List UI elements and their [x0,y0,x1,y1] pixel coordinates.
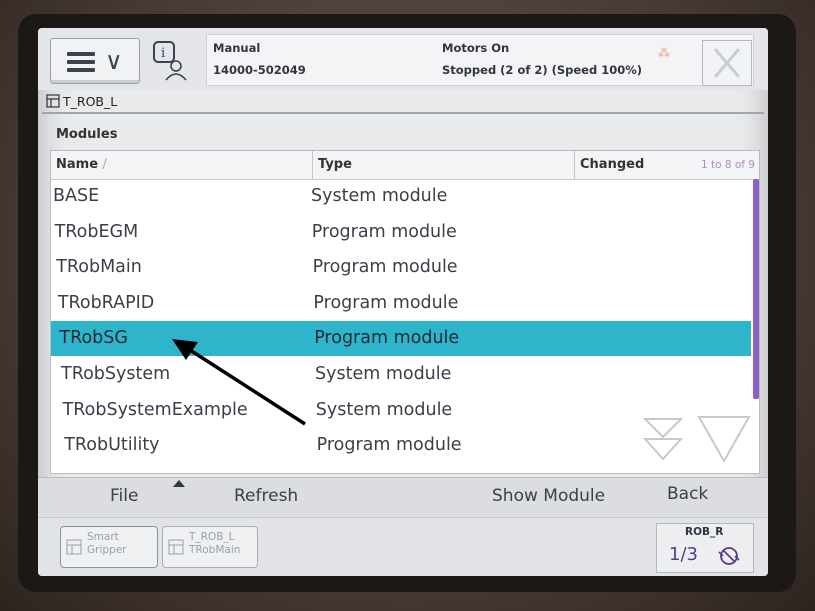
status-panel: Manual 14000-502049 Motors On Stopped (2… [206,34,754,86]
module-type: Program module [314,328,460,349]
sort-indicator: / [102,157,107,172]
controller-id: 14000-502049 [213,63,306,77]
table-header: Name / Type Changed 1 to 8 of 9 [51,151,759,180]
hamburger-icon [67,52,95,76]
module-type: Program module [316,435,462,456]
task-label: T_ROB_L [63,93,118,109]
scroll-down-icon[interactable] [641,413,751,465]
scrollbar[interactable] [753,179,759,399]
module-name: TRobRAPID [57,292,155,313]
module-name: TRobSG [59,328,128,349]
column-name-label: Name [56,157,99,172]
status-header: ∨ i Manual 14000-502049 Motors On Stoppe… [38,28,768,90]
table-row-selected[interactable]: TRobSG Program module [51,321,751,357]
trob-line1: T_ROB_L [189,531,235,543]
module-type: System module [311,186,448,206]
table-row[interactable]: TRobMain Program module [51,250,751,285]
table-row[interactable]: BASE System module [51,179,751,214]
close-icon [713,48,741,78]
program-editor-icon [168,539,184,555]
flexpendant-screen: ∨ i Manual 14000-502049 Motors On Stoppe… [38,28,768,576]
module-name: TRobSystemExample [62,399,248,420]
command-bar: File Refresh Show Module Back [38,477,768,518]
module-type: Program module [312,257,458,278]
main-menu-button[interactable]: ∨ [50,38,140,84]
table-row[interactable]: TRobRAPID Program module [51,286,751,321]
unit-fraction: 1/3 [669,544,698,565]
module-type: Program module [313,292,459,313]
file-menu-caret-icon [173,480,185,487]
module-name: TRobUtility [64,435,160,456]
refresh-button[interactable]: Refresh [234,486,298,506]
show-module-button[interactable]: Show Module [492,486,605,506]
run-state: Stopped (2 of 2) (Speed 100%) [442,63,642,77]
event-warning-icon: ⁂ [658,46,672,60]
taskbar-smart-gripper[interactable]: Smart Gripper [60,526,158,568]
mode-label: Manual [213,41,261,55]
column-header-type[interactable]: Type [313,151,575,179]
close-button[interactable] [702,40,752,86]
smart-gripper-line1: Smart [87,531,119,543]
module-name: TRobMain [56,257,142,278]
task-breadcrumb: T_ROB_L [46,90,117,112]
pager-label: 1 to 8 of 9 [700,159,755,171]
operator-info-icon[interactable]: i [152,40,188,82]
taskbar-trob-main[interactable]: T_ROB_L TRobMain [162,526,258,568]
chevron-down-icon: ∨ [105,47,123,75]
table-row[interactable]: TRobEGM Program module [51,215,751,250]
run-mode-icon [718,547,740,565]
task-icon [46,94,60,108]
module-type: System module [315,399,453,420]
motors-state: Motors On [442,41,510,55]
modules-table: Name / Type Changed 1 to 8 of 9 BASE Syst… [50,150,760,474]
header-divider [42,112,764,114]
column-header-name[interactable]: Name / [51,151,313,179]
svg-text:i: i [161,46,165,61]
table-row[interactable]: TRobSystem System module [51,357,751,392]
module-type: Program module [311,221,457,242]
section-title: Modules [56,127,118,142]
quickset-button[interactable]: ROB_R 1/3 [656,523,754,573]
back-button[interactable]: Back [667,484,708,504]
module-name: BASE [53,186,100,206]
trob-line2: TRobMain [189,544,241,556]
smart-gripper-line2: Gripper [87,544,127,556]
module-name: TRobSystem [61,364,171,384]
robot-unit-label: ROB_R [685,526,724,538]
file-button[interactable]: File [110,486,138,506]
gripper-app-icon [66,539,82,555]
module-type: System module [315,364,452,384]
module-name: TRobEGM [54,221,139,242]
